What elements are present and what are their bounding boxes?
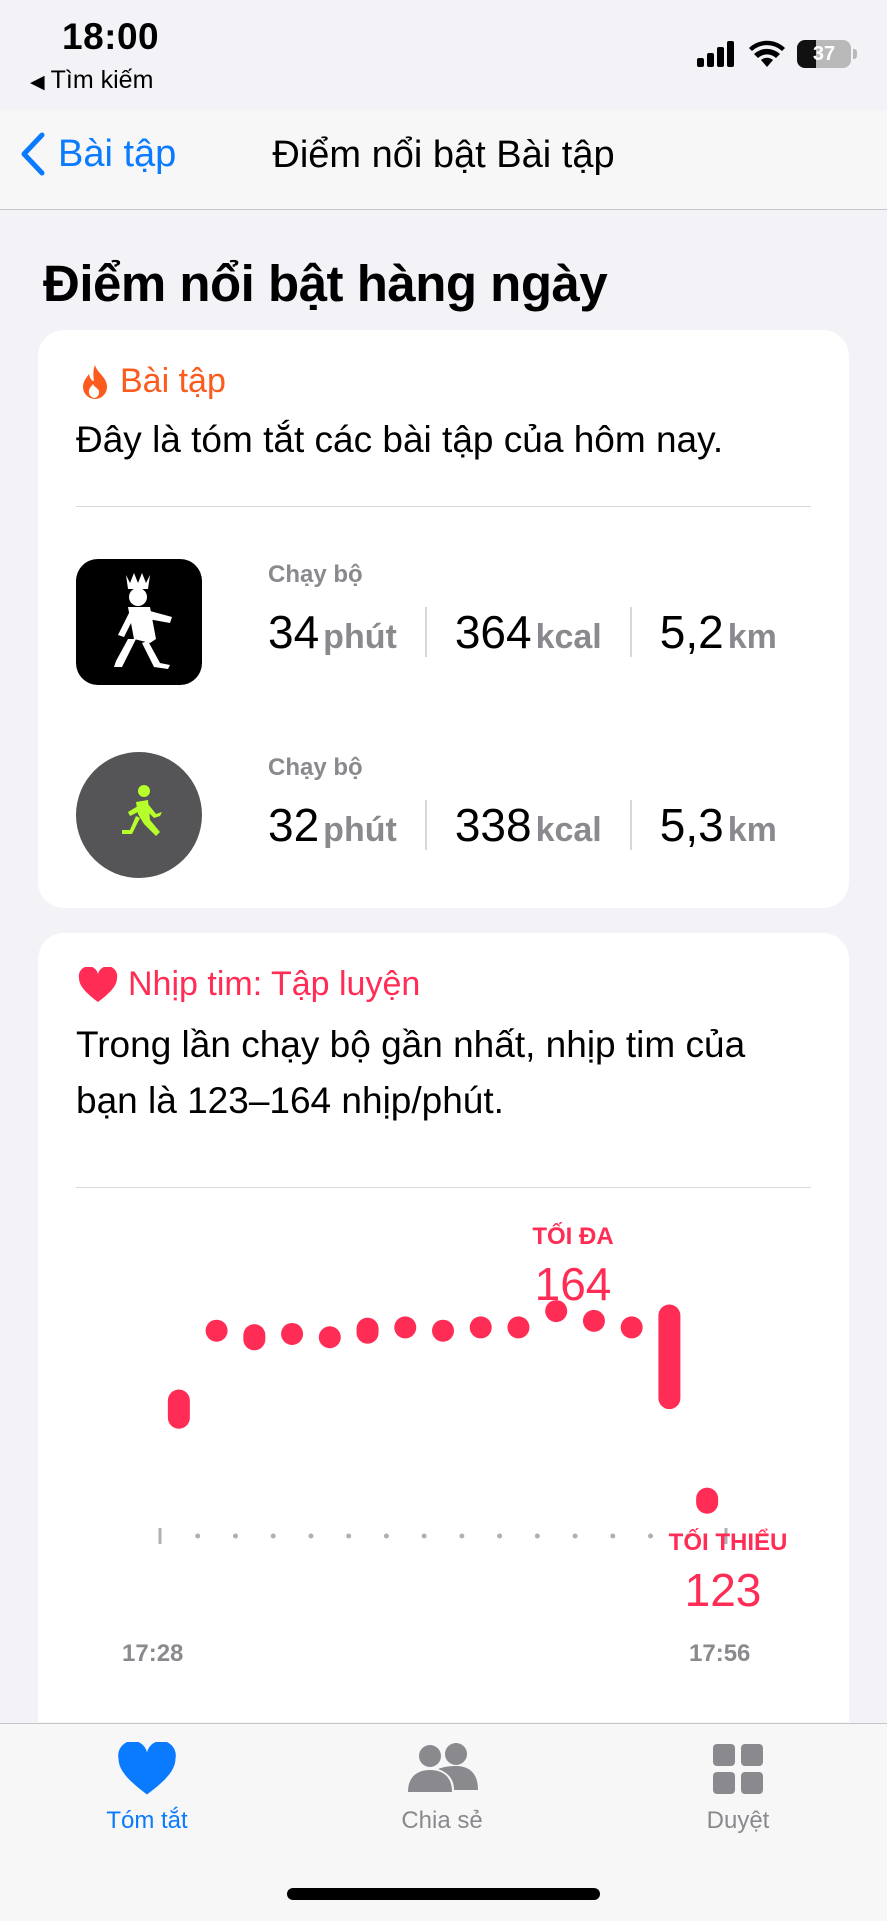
workout-duration: 34 bbox=[268, 606, 320, 658]
section-title: Điểm nổi bật hàng ngày bbox=[43, 255, 608, 312]
x-axis-dot bbox=[270, 1533, 276, 1539]
workout-row[interactable]: Chạy bộ 34 phút 364 kcal 5,2 km bbox=[76, 559, 816, 689]
heart-rate-bar bbox=[432, 1319, 454, 1342]
back-to-app-link[interactable]: ◀ Tìm kiếm bbox=[30, 66, 153, 95]
card-header: Bài tập bbox=[80, 362, 226, 401]
grid-icon bbox=[713, 1744, 763, 1794]
wifi-icon bbox=[749, 40, 785, 67]
people-icon bbox=[408, 1743, 478, 1792]
divider bbox=[76, 506, 811, 507]
x-axis-dot bbox=[346, 1533, 352, 1539]
heart-rate-bar bbox=[696, 1487, 719, 1514]
x-axis-dot bbox=[308, 1533, 314, 1539]
card-description: Đây là tóm tắt các bài tập của hôm nay. bbox=[76, 419, 724, 460]
card-header: Nhịp tim: Tập luyện bbox=[78, 965, 420, 1004]
tab-summary[interactable]: Tóm tắt bbox=[67, 1740, 227, 1835]
heart-rate-bar bbox=[167, 1389, 190, 1429]
heart-rate-bar bbox=[620, 1316, 643, 1339]
walking-figure-icon bbox=[76, 559, 202, 685]
distance-unit: km bbox=[727, 811, 777, 849]
x-axis-tick bbox=[158, 1528, 162, 1544]
status-time: 18:00 bbox=[62, 16, 160, 57]
heart-icon bbox=[118, 1740, 176, 1795]
x-axis-dot bbox=[572, 1533, 578, 1539]
heart-rate-bar bbox=[394, 1316, 417, 1339]
tab-label: Tóm tắt bbox=[106, 1807, 188, 1834]
x-axis-dot bbox=[459, 1533, 465, 1539]
stat-separator bbox=[424, 800, 427, 850]
workout-energy: 338 bbox=[454, 799, 532, 851]
workout-name: Chạy bộ bbox=[268, 754, 363, 781]
workout-distance: 5,2 bbox=[659, 606, 724, 658]
tab-label: Duyệt bbox=[706, 1807, 770, 1834]
max-value: 164 bbox=[534, 1258, 612, 1310]
heart-rate-card[interactable]: Nhịp tim: Tập luyện Trong lần chạy bộ gầ… bbox=[38, 933, 849, 1722]
main-content: Điểm nổi bật hàng ngày Bài tập Đây là tó… bbox=[0, 210, 887, 1722]
workout-energy: 364 bbox=[454, 606, 532, 658]
heart-rate-bar bbox=[658, 1304, 681, 1410]
page-title: Điểm nổi bật Bài tập bbox=[272, 134, 615, 176]
stat-separator bbox=[424, 607, 427, 657]
heart-rate-bar bbox=[281, 1322, 304, 1345]
x-axis-dot bbox=[195, 1533, 201, 1539]
runner-icon bbox=[76, 752, 202, 878]
status-icons: 37 bbox=[697, 38, 857, 70]
heart-rate-bar bbox=[243, 1324, 266, 1351]
stat-separator bbox=[629, 607, 632, 657]
status-bar: 18:00 ◀ Tìm kiếm 37 bbox=[0, 0, 887, 110]
min-value: 123 bbox=[684, 1564, 762, 1616]
cellular-signal-icon bbox=[697, 41, 734, 67]
heart-rate-bar bbox=[318, 1326, 341, 1349]
energy-unit: kcal bbox=[535, 811, 602, 849]
heart-rate-chart bbox=[158, 1300, 728, 1544]
tab-label: Chia sẻ bbox=[401, 1807, 483, 1834]
workout-duration: 32 bbox=[268, 799, 320, 851]
flame-icon bbox=[83, 364, 107, 399]
heart-rate-bar bbox=[582, 1309, 605, 1332]
workout-stats: 34 phút 364 kcal 5,2 km bbox=[268, 605, 777, 659]
card-header-label: Bài tập bbox=[120, 362, 226, 400]
max-label: TỐI ĐA bbox=[532, 1223, 614, 1250]
divider bbox=[76, 1187, 811, 1188]
stat-separator bbox=[629, 800, 632, 850]
home-indicator bbox=[287, 1888, 600, 1900]
x-axis-dot bbox=[534, 1533, 540, 1539]
heart-icon bbox=[78, 966, 118, 1002]
workout-highlight-card[interactable]: Bài tập Đây là tóm tắt các bài tập của h… bbox=[38, 330, 849, 908]
x-axis-end-label: 17:56 bbox=[689, 1640, 751, 1667]
workout-stats: 32 phút 338 kcal 5,3 km bbox=[268, 798, 777, 852]
battery-icon: 37 bbox=[797, 40, 857, 68]
card-description: Trong lần chạy bộ gần nhất, nhịp tim của… bbox=[76, 1024, 746, 1121]
x-axis-dot bbox=[383, 1533, 389, 1539]
navigation-bar: Bài tập Điểm nổi bật Bài tập bbox=[0, 110, 887, 210]
x-axis-start-label: 17:28 bbox=[122, 1640, 184, 1667]
min-label: TỐI THIỂU bbox=[668, 1529, 788, 1556]
x-axis-dot bbox=[610, 1533, 616, 1539]
heart-rate-bar bbox=[469, 1316, 492, 1339]
heart-rate-bar bbox=[356, 1317, 379, 1344]
back-triangle-icon: ◀ bbox=[30, 72, 45, 93]
tab-sharing[interactable]: Chia sẻ bbox=[362, 1742, 522, 1835]
duration-unit: phút bbox=[323, 811, 397, 849]
x-axis-dot bbox=[497, 1533, 503, 1539]
distance-unit: km bbox=[727, 618, 777, 656]
heart-rate-bar bbox=[507, 1316, 530, 1339]
heart-rate-bar bbox=[205, 1319, 228, 1342]
duration-unit: phút bbox=[323, 618, 397, 656]
workout-row[interactable]: Chạy bộ 32 phút 338 kcal 5,3 km bbox=[76, 752, 816, 882]
x-axis-dot bbox=[232, 1533, 238, 1539]
back-app-label: Tìm kiếm bbox=[50, 66, 154, 94]
workout-name: Chạy bộ bbox=[268, 561, 363, 588]
energy-unit: kcal bbox=[535, 618, 602, 656]
card-header-label: Nhịp tim: Tập luyện bbox=[128, 965, 421, 1003]
tab-browse[interactable]: Duyệt bbox=[658, 1742, 818, 1835]
battery-level: 37 bbox=[812, 43, 836, 65]
x-axis-dot bbox=[421, 1533, 427, 1539]
workout-distance: 5,3 bbox=[659, 799, 724, 851]
